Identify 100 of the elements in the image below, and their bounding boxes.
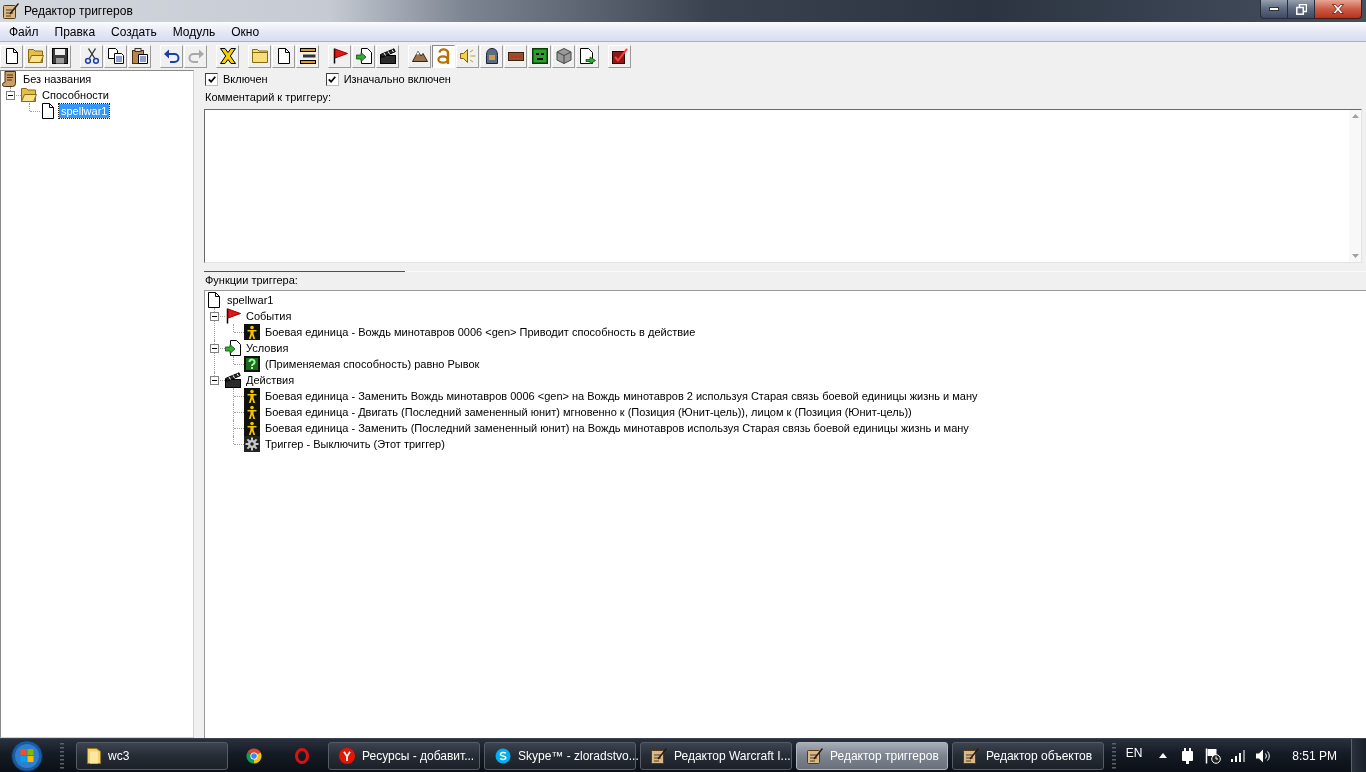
clock[interactable]: 8:51 PM bbox=[1292, 748, 1337, 763]
bars-icon bbox=[299, 48, 316, 64]
minus-box-icon[interactable] bbox=[210, 344, 219, 353]
close-button[interactable] bbox=[1315, 0, 1362, 19]
show-desktop-button[interactable] bbox=[1351, 739, 1366, 772]
check-box-icon bbox=[611, 48, 628, 64]
speaker-icon bbox=[1256, 748, 1271, 763]
minimize-icon bbox=[1269, 7, 1279, 11]
tree-item[interactable]: Боевая единица - Двигать (Последний замененный юнит) мгновенно к (Позиция (Юнит-цель)), лицом к (Позиция (Юнит-цель)) bbox=[263, 405, 914, 419]
flag-icon bbox=[331, 48, 348, 64]
scroll-quill-icon bbox=[3, 3, 19, 19]
folder-icon bbox=[251, 49, 268, 63]
folder-icon bbox=[87, 747, 101, 764]
tree-item[interactable]: Условия bbox=[244, 341, 291, 355]
taskbar-button[interactable]: wc3 bbox=[76, 741, 228, 770]
document-icon bbox=[277, 48, 290, 64]
clapperboard-icon bbox=[379, 48, 396, 64]
scroll-icon bbox=[2, 71, 18, 87]
letter-a-icon bbox=[436, 48, 451, 64]
tree-item[interactable]: Способности bbox=[40, 88, 111, 102]
minus-box-icon[interactable] bbox=[6, 91, 15, 100]
checkbox-label: Изначально включен bbox=[343, 72, 451, 86]
figure-icon bbox=[244, 404, 260, 420]
scroll-quill-icon bbox=[651, 747, 667, 764]
chat-logo-icon bbox=[495, 747, 511, 764]
scroll-quill-icon bbox=[963, 747, 979, 764]
menu-item[interactable]: Создать bbox=[103, 22, 165, 41]
tree-item[interactable]: Триггер - Выключить (Этот триггер) bbox=[263, 437, 447, 451]
speaker-icon bbox=[459, 48, 476, 64]
scroll-up-icon bbox=[1351, 114, 1359, 118]
close-icon bbox=[1332, 4, 1344, 14]
restore-button[interactable] bbox=[1288, 0, 1315, 19]
copy-icon bbox=[107, 48, 124, 64]
color-wheel-icon bbox=[246, 747, 262, 764]
helmet-icon bbox=[485, 48, 498, 64]
scroll-down-icon bbox=[1351, 254, 1359, 258]
cross-icon bbox=[219, 48, 236, 64]
minus-box-icon[interactable] bbox=[210, 312, 219, 321]
open-folder-icon bbox=[21, 88, 37, 102]
open-folder-icon bbox=[27, 49, 44, 63]
functions-label: Функции триггера: bbox=[204, 273, 298, 287]
scrollbar[interactable] bbox=[1349, 110, 1361, 262]
tree-item[interactable]: Действия bbox=[244, 373, 297, 387]
tick-icon bbox=[328, 75, 337, 83]
taskbar-button[interactable]: Ресурсы - добавит... bbox=[328, 741, 480, 770]
grip-icon bbox=[1111, 742, 1116, 769]
scissors-icon bbox=[83, 48, 100, 64]
page-arrow-icon bbox=[579, 48, 596, 64]
language-indicator[interactable]: EN bbox=[1125, 745, 1143, 760]
tree-item[interactable]: Боевая единица - Заменить Вождь минотавров 0006 <gen> на Вождь минотавров 2 используя Старая связь боевой единицы жизнь и ману bbox=[263, 389, 980, 403]
signal-bars-icon bbox=[1231, 749, 1246, 762]
minimize-button[interactable] bbox=[1260, 0, 1288, 19]
face-icon bbox=[531, 48, 548, 64]
ring-icon bbox=[295, 747, 309, 764]
undo-arrow-icon bbox=[163, 48, 180, 64]
flag-clock-icon bbox=[1205, 747, 1222, 764]
tree-item[interactable]: Боевая единица - Вождь минотавров 0006 <gen> Приводит способность в действие bbox=[263, 325, 698, 339]
mountain-icon bbox=[411, 50, 428, 62]
up-arrow-icon bbox=[1159, 753, 1168, 758]
taskbar-button[interactable]: Редактор Warcraft I... bbox=[640, 741, 792, 770]
grip-icon bbox=[60, 742, 64, 769]
restore-icon bbox=[1295, 3, 1307, 15]
clapperboard-icon bbox=[225, 372, 241, 388]
panel-icon bbox=[507, 51, 524, 61]
cube-icon bbox=[555, 48, 572, 64]
checkbox[interactable] bbox=[325, 72, 339, 86]
tree-item[interactable]: Без названия bbox=[21, 72, 94, 86]
checkbox-label: Включен bbox=[223, 72, 268, 86]
clipboard-icon bbox=[131, 48, 148, 64]
window-title: Редактор триггеров bbox=[24, 3, 133, 19]
page-arrow-icon bbox=[355, 48, 372, 64]
page-arrow-icon bbox=[225, 340, 241, 356]
figure-icon bbox=[244, 324, 260, 340]
figure-icon bbox=[244, 420, 260, 436]
menu-item[interactable]: Правка bbox=[46, 22, 104, 41]
comment-label: Комментарий к триггеру: bbox=[204, 90, 331, 105]
circle-logo-icon bbox=[339, 747, 355, 764]
checkbox[interactable] bbox=[205, 72, 218, 86]
flag-icon bbox=[225, 308, 241, 324]
orb-icon bbox=[11, 739, 43, 772]
menu-item[interactable]: Модуль bbox=[164, 22, 224, 41]
minus-box-icon[interactable] bbox=[210, 376, 219, 385]
plug-icon bbox=[1181, 747, 1195, 764]
taskbar-button[interactable]: Skype™ - zloradstvo... bbox=[484, 741, 636, 770]
figure-icon bbox=[244, 388, 260, 404]
scroll-quill-icon bbox=[807, 747, 823, 764]
tree-item[interactable]: Боевая единица - Заменить (Последний замененный юнит) на Вождь минотавров используя Старая связь боевой единицы жизнь и ману bbox=[263, 421, 971, 435]
menu-item[interactable]: Окно bbox=[223, 22, 268, 41]
tick-icon bbox=[207, 75, 216, 83]
menu-item[interactable]: Файл bbox=[1, 22, 47, 41]
question-icon bbox=[244, 356, 260, 372]
comment-field[interactable] bbox=[204, 109, 1362, 263]
gear-icon bbox=[244, 436, 260, 452]
document-icon bbox=[42, 103, 54, 119]
tree-item[interactable]: (Применяемая способность) равно Рывок bbox=[263, 357, 482, 371]
taskbar-button[interactable]: Редактор триггеров bbox=[796, 741, 948, 770]
tree-item[interactable]: События bbox=[244, 309, 294, 323]
taskbar-button[interactable]: Редактор объектов bbox=[952, 741, 1104, 770]
tree-item[interactable]: spellwar1 bbox=[225, 293, 276, 307]
new-file-icon bbox=[5, 48, 18, 64]
